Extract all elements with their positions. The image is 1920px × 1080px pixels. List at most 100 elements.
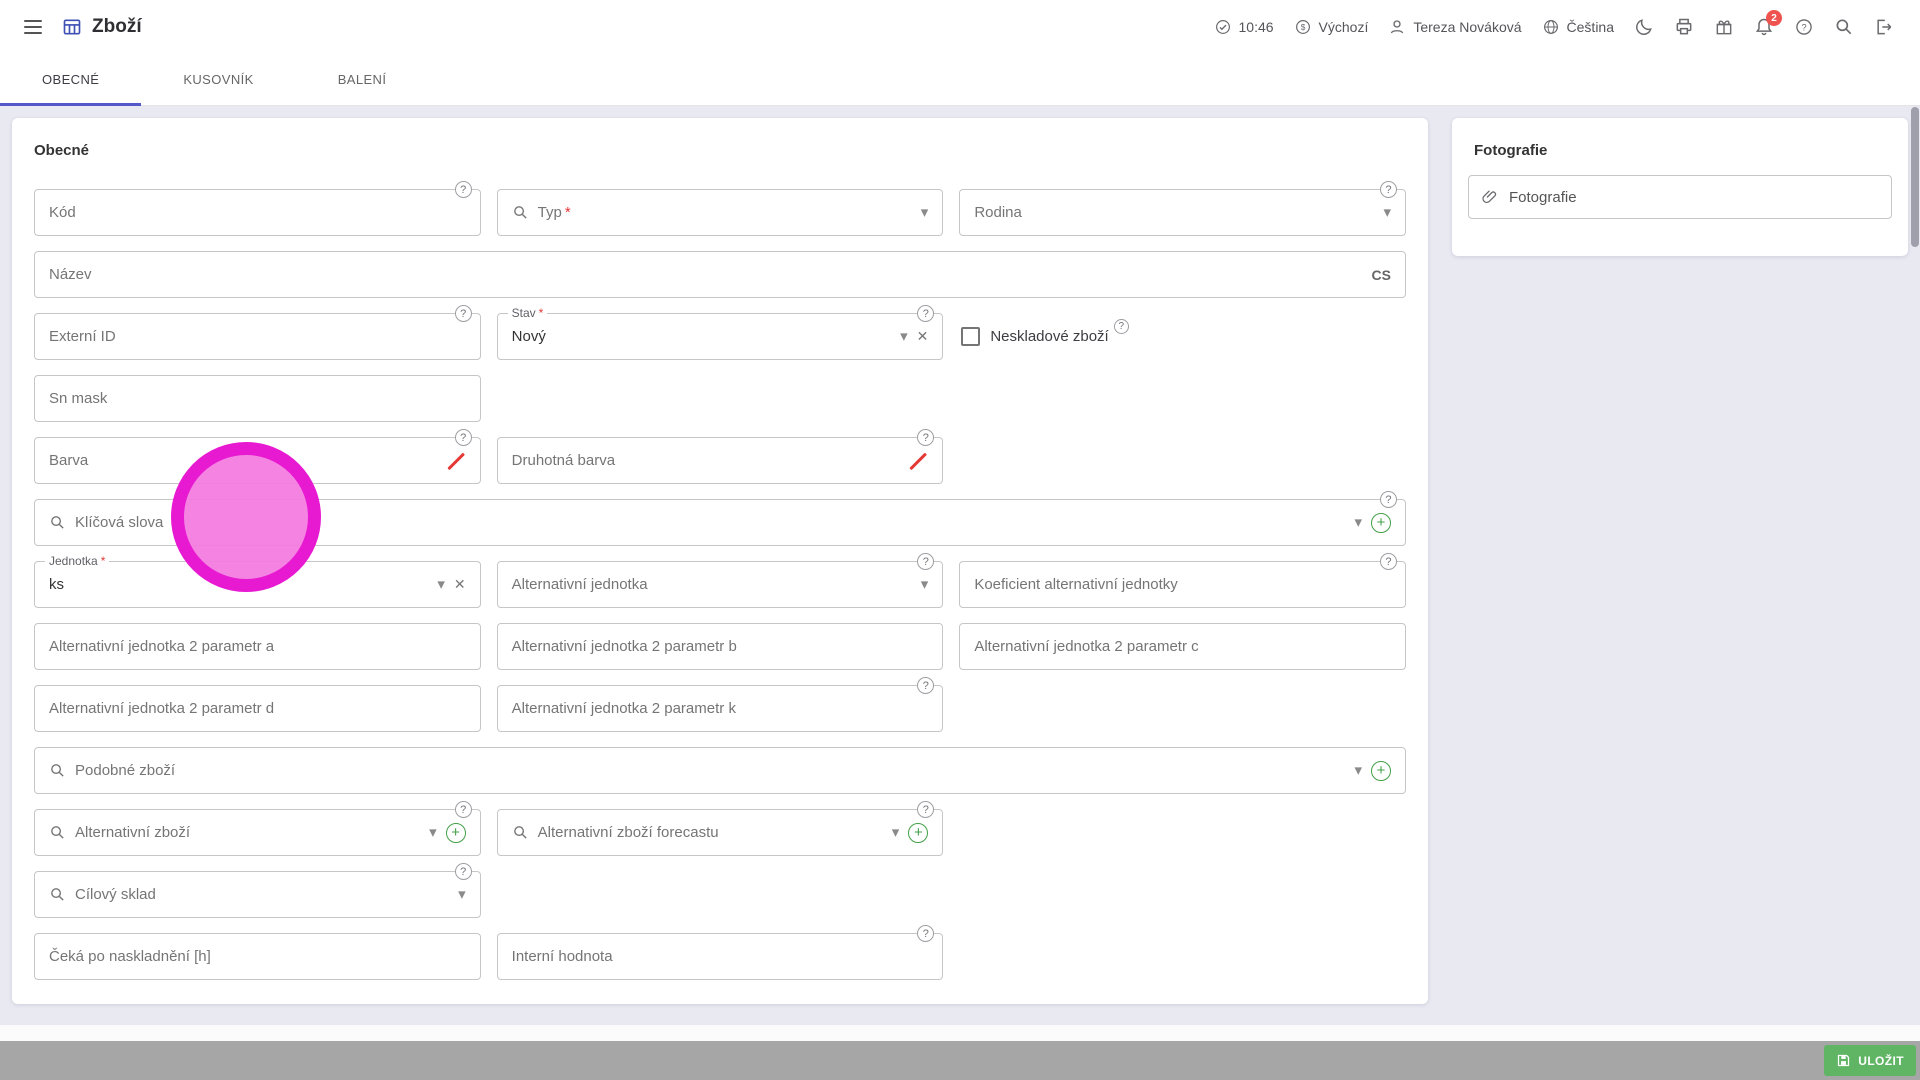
dark-mode-button[interactable] [1634, 17, 1654, 37]
chevron-down-icon[interactable] [429, 823, 437, 842]
alt2k-field[interactable]: Alternativní jednotka 2 parametr k [497, 685, 944, 732]
user-icon [1388, 18, 1406, 36]
help-icon[interactable] [455, 305, 472, 322]
color-clear-icon[interactable] [446, 451, 466, 471]
search-icon [512, 204, 529, 221]
language-suffix[interactable]: CS [1372, 267, 1391, 283]
field-label: Sn mask [49, 390, 107, 407]
barva-field[interactable]: Barva [34, 437, 481, 484]
search-icon [49, 514, 66, 531]
color-clear-icon[interactable] [908, 451, 928, 471]
add-icon[interactable] [1371, 761, 1391, 781]
search-button[interactable] [1834, 17, 1854, 37]
chevron-down-icon[interactable] [900, 327, 908, 346]
alt-zbozi-select[interactable]: Alternativní zboží [34, 809, 481, 856]
language-menu[interactable]: Čeština [1542, 18, 1614, 36]
time-label: 10:46 [1239, 19, 1274, 35]
add-icon[interactable] [908, 823, 928, 843]
ceka-po-naskladneni-field[interactable]: Čeká po naskladnění [h] [34, 933, 481, 980]
help-icon[interactable] [455, 863, 472, 880]
add-icon[interactable] [1371, 513, 1391, 533]
save-icon [1836, 1053, 1851, 1068]
rodina-select[interactable]: Rodina [959, 189, 1406, 236]
user-menu[interactable]: Tereza Nováková [1388, 18, 1521, 36]
field-label: Druhotná barva [512, 452, 615, 469]
help-icon[interactable] [1380, 553, 1397, 570]
logout-button[interactable] [1874, 17, 1894, 37]
cilovy-sklad-select[interactable]: Cílový sklad [34, 871, 481, 918]
clear-icon[interactable] [454, 576, 466, 594]
field-label: Alternativní jednotka 2 parametr k [512, 700, 736, 717]
menu-icon[interactable] [24, 16, 42, 38]
help-icon[interactable] [917, 305, 934, 322]
chevron-down-icon[interactable] [921, 575, 929, 594]
help-icon[interactable] [917, 801, 934, 818]
field-value: ks [49, 576, 64, 593]
table-icon [62, 17, 82, 37]
jednotka-select[interactable]: Jednotka ks [34, 561, 481, 608]
help-icon[interactable] [917, 429, 934, 446]
help-icon[interactable] [917, 553, 934, 570]
sync-status[interactable]: 10:46 [1214, 18, 1274, 36]
klicova-slova-select[interactable]: Klíčová slova [34, 499, 1406, 546]
add-icon[interactable] [446, 823, 466, 843]
photo-upload-label: Fotografie [1509, 189, 1577, 206]
alt2d-field[interactable]: Alternativní jednotka 2 parametr d [34, 685, 481, 732]
vertical-scrollbar[interactable] [1911, 107, 1919, 247]
help-icon[interactable] [1380, 491, 1397, 508]
help-icon[interactable] [455, 181, 472, 198]
chevron-down-icon[interactable] [1354, 761, 1362, 780]
koeficient-field[interactable]: Koeficient alternativní jednotky [959, 561, 1406, 608]
help-icon[interactable] [455, 429, 472, 446]
paperclip-icon [1481, 188, 1499, 206]
chevron-down-icon[interactable] [1383, 203, 1391, 222]
field-label: Alternativní jednotka [512, 576, 648, 593]
tab-obecne[interactable]: OBECNÉ [0, 54, 141, 105]
nazev-field[interactable]: Název CS [34, 251, 1406, 298]
druhotna-barva-field[interactable]: Druhotná barva [497, 437, 944, 484]
help-icon[interactable] [917, 677, 934, 694]
save-button[interactable]: ULOŽIT [1824, 1045, 1916, 1076]
alt-zbozi-forecastu-select[interactable]: Alternativní zboží forecastu [497, 809, 944, 856]
sn-mask-field[interactable]: Sn mask [34, 375, 481, 422]
notifications-button[interactable]: 2 [1754, 17, 1774, 37]
tab-kusovnik[interactable]: KUSOVNÍK [141, 54, 295, 105]
field-label: Externí ID [49, 328, 116, 345]
alt2c-field[interactable]: Alternativní jednotka 2 parametr c [959, 623, 1406, 670]
help-icon[interactable] [455, 801, 472, 818]
podobne-zbozi-select[interactable]: Podobné zboží [34, 747, 1406, 794]
alt2b-field[interactable]: Alternativní jednotka 2 parametr b [497, 623, 944, 670]
kod-field[interactable]: Kód [34, 189, 481, 236]
chevron-down-icon[interactable] [921, 203, 929, 222]
interni-hodnota-field[interactable]: Interní hodnota [497, 933, 944, 980]
general-card-title: Obecné [12, 118, 1428, 173]
clear-icon[interactable] [917, 328, 929, 346]
pricing-profile[interactable]: $ Výchozí [1294, 18, 1369, 36]
help-icon[interactable] [917, 925, 934, 942]
print-button[interactable] [1674, 17, 1694, 37]
general-card: Obecné Kód Typ Rodina Název CS Exte [12, 118, 1428, 1004]
photo-card: Fotografie Fotografie [1452, 118, 1908, 256]
moon-icon [1634, 17, 1654, 37]
chevron-down-icon[interactable] [1354, 513, 1362, 532]
help-button[interactable]: ? [1794, 17, 1814, 37]
chevron-down-icon[interactable] [892, 823, 900, 842]
neskladove-checkbox[interactable] [961, 327, 980, 346]
general-form: Kód Typ Rodina Název CS Externí ID Stav [12, 173, 1428, 980]
tab-baleni[interactable]: BALENÍ [296, 54, 429, 105]
chevron-down-icon[interactable] [437, 575, 445, 594]
stav-select[interactable]: Stav Nový [497, 313, 944, 360]
alt2a-field[interactable]: Alternativní jednotka 2 parametr a [34, 623, 481, 670]
field-label: Alternativní zboží [75, 824, 190, 841]
field-label: Alternativní jednotka 2 parametr d [49, 700, 274, 717]
svg-text:$: $ [1300, 23, 1305, 32]
chevron-down-icon[interactable] [458, 885, 466, 904]
help-icon[interactable] [1114, 319, 1129, 334]
language-label: Čeština [1567, 19, 1614, 35]
help-icon[interactable] [1380, 181, 1397, 198]
rewards-button[interactable] [1714, 17, 1734, 37]
alt-jednotka-select[interactable]: Alternativní jednotka [497, 561, 944, 608]
externi-id-field[interactable]: Externí ID [34, 313, 481, 360]
typ-select[interactable]: Typ [497, 189, 944, 236]
photo-upload-field[interactable]: Fotografie [1468, 175, 1892, 219]
